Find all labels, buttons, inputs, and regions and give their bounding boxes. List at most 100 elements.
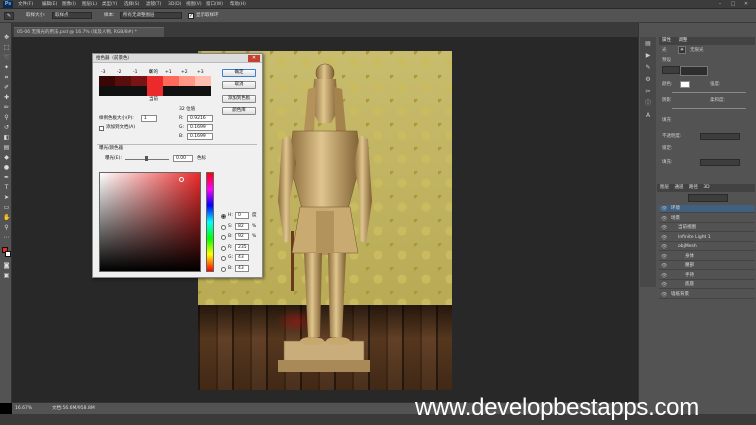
history-brush-icon[interactable]: ↺: [3, 124, 10, 131]
visibility-eye-icon[interactable]: 👁: [661, 262, 667, 270]
softness-slider[interactable]: [672, 108, 746, 109]
adjustments-tab[interactable]: 调整: [678, 38, 687, 43]
opacity-field[interactable]: [700, 133, 740, 140]
saturation-brightness-field[interactable]: [99, 172, 201, 272]
light-toggle[interactable]: [662, 66, 680, 74]
eyedropper-icon[interactable]: ✐: [3, 84, 10, 91]
menu-item[interactable]: 视图(V): [186, 1, 202, 8]
light-color-swatch[interactable]: [680, 81, 690, 88]
type-tool-icon[interactable]: T: [3, 184, 10, 191]
layer-row[interactable]: 👁 环境: [659, 205, 755, 213]
channel-value-field[interactable]: 0: [235, 212, 249, 219]
visibility-eye-icon[interactable]: 👁: [661, 291, 667, 299]
document-tab[interactable]: 05-06 无限光的用法.psd @ 16.7% (埃及人物, RGB/8#) …: [14, 27, 164, 37]
healing-tool-icon[interactable]: ✚: [3, 94, 10, 101]
visibility-eye-icon[interactable]: 👁: [661, 205, 667, 213]
exposure-swatch[interactable]: [115, 76, 131, 86]
menu-item[interactable]: 编辑(E): [42, 1, 57, 8]
gradient-tool-icon[interactable]: ▤: [3, 144, 10, 151]
channel-value-field[interactable]: 235: [235, 243, 249, 251]
mode-radio[interactable]: [221, 235, 226, 240]
mode-radio[interactable]: [221, 266, 226, 272]
zoom-tool-icon[interactable]: ⚲: [3, 224, 10, 231]
add-to-doc-checkbox[interactable]: [99, 126, 104, 131]
ok-button[interactable]: 确定: [222, 69, 256, 77]
color-libraries-button[interactable]: 颜色库: [222, 107, 256, 115]
cancel-button[interactable]: 取消: [222, 81, 256, 89]
menu-item[interactable]: 文件(F): [18, 1, 33, 8]
exposure-slider-thumb[interactable]: [145, 156, 148, 161]
exposure-field[interactable]: 0.00: [173, 155, 193, 162]
info-panel-icon[interactable]: ⓘ: [643, 100, 653, 108]
show-ring-checkbox[interactable]: ✓: [188, 13, 194, 19]
layer-row[interactable]: 👁 场景: [659, 215, 755, 223]
layer-row[interactable]: 👁 墙纸背景: [659, 291, 755, 299]
visibility-eye-icon[interactable]: 👁: [661, 272, 667, 280]
zoom-level[interactable]: 16.67%: [15, 406, 32, 412]
eraser-tool-icon[interactable]: ◧: [3, 134, 10, 141]
channel-value-field[interactable]: 92: [235, 233, 249, 240]
exposure-swatch-strip[interactable]: [99, 76, 211, 86]
marquee-tool-icon[interactable]: ⬚: [3, 44, 10, 51]
menu-item[interactable]: 滤镜(T): [146, 1, 161, 8]
move-tool-icon[interactable]: ✥: [3, 34, 10, 41]
mode-radio[interactable]: [221, 214, 226, 219]
history-panel-icon[interactable]: ▤: [643, 40, 653, 48]
visibility-eye-icon[interactable]: 👁: [661, 243, 667, 251]
channel-value-field[interactable]: 82: [235, 222, 249, 230]
exposure-swatch[interactable]: [195, 76, 211, 86]
menu-item[interactable]: 选择(S): [124, 1, 139, 8]
tool-presets-icon[interactable]: ✂: [643, 88, 653, 96]
close-window-button[interactable]: ✕: [742, 1, 750, 8]
light-type-icon[interactable]: ☀: [678, 46, 686, 54]
exposure-swatch[interactable]: [163, 76, 179, 86]
menu-item[interactable]: 类型(Y): [102, 1, 117, 8]
b-float-field[interactable]: 0.1699: [187, 133, 213, 140]
brush-tool-icon[interactable]: ✏: [3, 104, 10, 111]
quick-select-tool-icon[interactable]: ✦: [3, 64, 10, 71]
visibility-eye-icon[interactable]: 👁: [661, 253, 667, 261]
maximize-button[interactable]: □: [729, 1, 737, 8]
channels-tab[interactable]: 通道: [674, 185, 683, 190]
eyedropper-tool-icon[interactable]: ✎: [4, 12, 14, 20]
exposure-swatch[interactable]: [99, 76, 115, 86]
fill-field[interactable]: [700, 159, 740, 166]
menu-item[interactable]: 图层(L): [82, 1, 97, 8]
minimize-button[interactable]: –: [716, 1, 724, 8]
actions-panel-icon[interactable]: ▶: [643, 52, 653, 60]
visibility-eye-icon[interactable]: 👁: [661, 224, 667, 232]
clone-source-icon[interactable]: ⚙: [643, 76, 653, 84]
r-float-field[interactable]: 0.9216: [187, 115, 213, 122]
menu-item[interactable]: 窗口(W): [206, 1, 223, 8]
hue-slider[interactable]: [206, 172, 214, 272]
channel-value-field[interactable]: 43: [235, 254, 249, 261]
channel-value-field[interactable]: 43: [235, 264, 249, 272]
blur-tool-icon[interactable]: ◆: [3, 154, 10, 161]
g-float-field[interactable]: 0.1699: [187, 124, 213, 131]
lasso-tool-icon[interactable]: ➰: [3, 54, 10, 61]
sample-size-select[interactable]: 取样点: [52, 12, 92, 19]
mode-radio[interactable]: [221, 224, 226, 230]
dialog-close-button[interactable]: ✕: [248, 55, 260, 62]
char-panel-icon[interactable]: A: [643, 112, 653, 120]
menu-item[interactable]: 图像(I): [62, 1, 76, 8]
add-to-swatches-button[interactable]: 添加到色板: [222, 95, 256, 103]
intensity-slider[interactable]: [672, 92, 746, 93]
layer-row[interactable]: 👁 腰部: [659, 262, 755, 270]
properties-tab[interactable]: 属性: [662, 38, 671, 43]
layer-row[interactable]: 👁 objMesh: [659, 243, 755, 251]
pen-tool-icon[interactable]: ✒: [3, 174, 10, 181]
3d-tab[interactable]: 3D: [703, 185, 709, 190]
sample-select[interactable]: 所有无调整图层: [120, 12, 182, 19]
layer-row[interactable]: 👁 底座: [659, 281, 755, 289]
light-color-field[interactable]: [680, 66, 708, 76]
exposure-swatch[interactable]: [179, 76, 195, 86]
menu-item[interactable]: 3D(D): [168, 1, 181, 8]
3d-filter-buttons[interactable]: [688, 194, 728, 202]
layer-row[interactable]: 👁 当前视图: [659, 224, 755, 232]
layer-row[interactable]: 👁 Infinite Light 1: [659, 234, 755, 242]
visibility-eye-icon[interactable]: 👁: [661, 215, 667, 223]
crop-tool-icon[interactable]: ⌗: [3, 74, 10, 81]
sample-radius-select[interactable]: 1: [141, 115, 157, 122]
visibility-eye-icon[interactable]: 👁: [661, 281, 667, 289]
